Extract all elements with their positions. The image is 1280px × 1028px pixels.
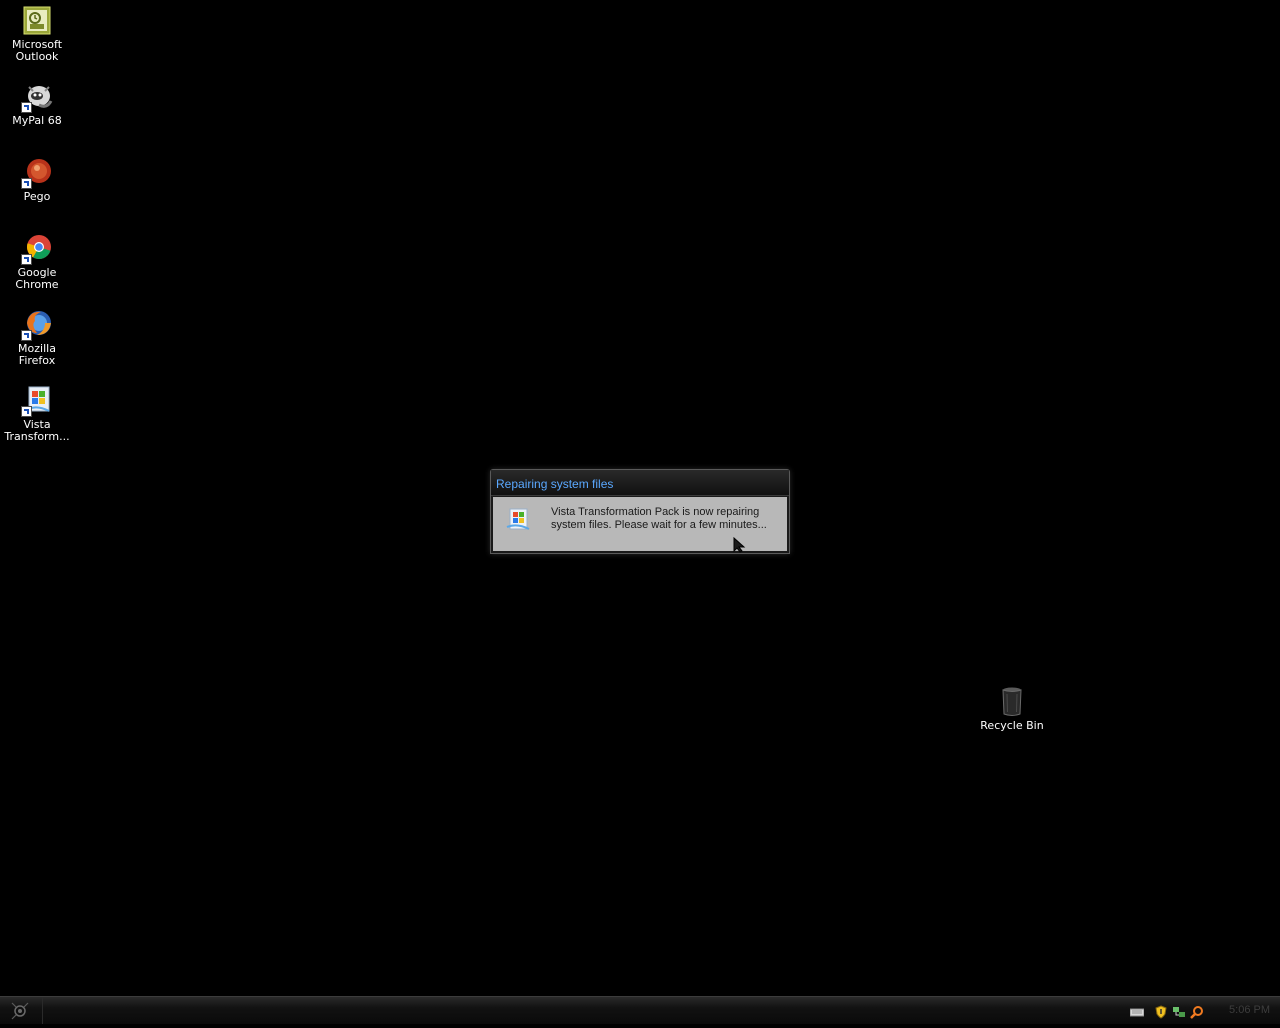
desktop-icon-label: Recycle Bin <box>980 719 1044 732</box>
desktop-icon-pego[interactable]: Pego <box>0 157 74 203</box>
desktop-icon-vista-transformation[interactable]: Vista Transform... <box>0 385 74 443</box>
vista-transformation-icon <box>505 507 531 533</box>
mouse-cursor-icon <box>733 536 747 553</box>
desktop-icon-mypal[interactable]: MyPal 68 <box>0 81 74 127</box>
start-button[interactable] <box>0 997 43 1024</box>
dialog-titlebar[interactable]: Repairing system files <box>491 470 789 496</box>
dialog-message: Vista Transformation Pack is now repairi… <box>551 506 767 531</box>
shortcut-arrow-icon <box>21 406 32 417</box>
desktop-icon-label: Google Chrome <box>15 266 59 291</box>
desktop-icon-chrome[interactable]: Google Chrome <box>0 233 74 291</box>
desktop-icon-label: MyPal 68 <box>12 114 62 127</box>
start-orb-icon <box>11 1002 29 1020</box>
shortcut-arrow-icon <box>21 102 32 113</box>
pego-icon <box>21 157 53 189</box>
search-icon[interactable] <box>1190 1004 1204 1019</box>
taskbar: 5:06 PM <box>0 996 1280 1024</box>
desktop-icon-firefox[interactable]: Mozilla Firefox <box>0 309 74 367</box>
chrome-icon <box>21 233 53 265</box>
recycle-bin-icon <box>996 686 1028 718</box>
vista-transformation-icon <box>21 385 53 417</box>
outlook-icon <box>21 5 53 37</box>
desktop-icon-recycle-bin[interactable]: Recycle Bin <box>975 686 1049 732</box>
system-tray: 5:06 PM <box>1129 997 1280 1024</box>
desktop-icon-label: Microsoft Outlook <box>11 38 63 63</box>
mypal-icon <box>21 81 53 113</box>
network-icon[interactable] <box>1172 1004 1186 1018</box>
security-shield-icon[interactable] <box>1154 1004 1168 1019</box>
taskbar-clock[interactable]: 5:06 PM <box>1229 1004 1270 1016</box>
desktop-icon-outlook[interactable]: Microsoft Outlook <box>0 5 74 63</box>
desktop-icon-label: Pego <box>23 190 51 203</box>
firefox-icon <box>21 309 53 341</box>
dialog-title: Repairing system files <box>496 477 614 491</box>
desktop-icon-label: Mozilla Firefox <box>18 342 56 367</box>
shortcut-arrow-icon <box>21 178 32 189</box>
desktop: Microsoft Outlook MyPal 68 Pego Google C… <box>0 0 1280 996</box>
shortcut-arrow-icon <box>21 254 32 265</box>
shortcut-arrow-icon <box>21 330 32 341</box>
keyboard-icon[interactable] <box>1129 1004 1145 1018</box>
desktop-icon-label: Vista Transform... <box>4 418 70 443</box>
